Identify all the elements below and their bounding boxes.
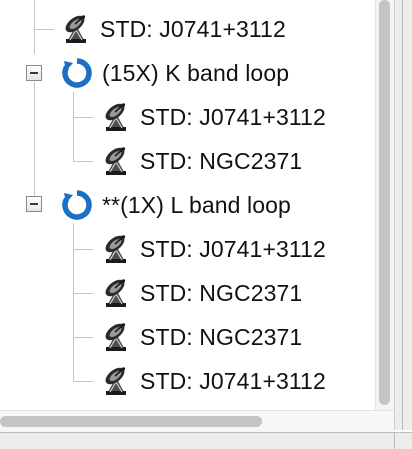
vertical-scrollbar[interactable]: [375, 0, 394, 410]
tree-item-standard[interactable]: STD: NGC2371: [102, 320, 302, 354]
collapse-toggle-k-band-loop[interactable]: [26, 65, 42, 81]
tree-item-label: STD: J0741+3112: [140, 367, 326, 394]
tree-item-label: STD: NGC2371: [140, 279, 303, 306]
tree-item-loop[interactable]: (15X) K band loop: [62, 56, 289, 90]
tree-item-label: STD: J0741+3112: [100, 15, 286, 42]
telescope-icon: [102, 234, 130, 264]
tree-line: [34, 0, 35, 54]
tree-item-label: STD: J0741+3112: [140, 235, 326, 262]
tree-item-standard[interactable]: STD: J0741+3112: [102, 364, 326, 398]
tree-item-standard[interactable]: STD: J0741+3112: [102, 232, 326, 266]
tree-line: [34, 29, 54, 30]
tree-line: [73, 293, 93, 294]
tree-item-label: **(1X) L band loop: [102, 191, 291, 218]
collapse-toggle-l-band-loop[interactable]: [26, 196, 42, 212]
bottom-panel-edge: [0, 432, 412, 449]
tree-line: [73, 92, 74, 161]
telescope-icon: [62, 14, 90, 44]
divider-line: [402, 0, 403, 430]
tree-item-label: (15X) K band loop: [102, 59, 290, 86]
collapse-minus-icon: [30, 72, 38, 74]
tree-item-standard[interactable]: STD: NGC2371: [102, 276, 302, 310]
loop-icon: [62, 190, 92, 220]
tree-line: [73, 117, 93, 118]
tree-item-standard[interactable]: STD: NGC2371: [102, 144, 302, 178]
divider-line: [394, 433, 395, 449]
vertical-scrollbar-thumb[interactable]: [379, 0, 390, 405]
tree-line: [34, 82, 35, 196]
telescope-icon: [102, 322, 130, 352]
horizontal-scrollbar[interactable]: [0, 410, 394, 433]
observation-tree: STD: J0741+3112 (15X) K band loop STD: J…: [0, 0, 375, 408]
tree-item-standard[interactable]: STD: J0741+3112: [102, 100, 326, 134]
split-pane-divider[interactable]: [394, 0, 412, 430]
telescope-icon: [102, 102, 130, 132]
tree-line: [73, 223, 74, 381]
telescope-icon: [102, 278, 130, 308]
loop-icon: [62, 58, 92, 88]
tree-item-loop[interactable]: **(1X) L band loop: [62, 188, 291, 222]
tree-item-standard[interactable]: STD: J0741+3112: [62, 12, 286, 46]
tree-line: [73, 337, 93, 338]
tree-line: [73, 249, 93, 250]
collapse-minus-icon: [30, 203, 38, 205]
tree-line: [73, 161, 93, 162]
telescope-icon: [102, 146, 130, 176]
horizontal-scrollbar-thumb[interactable]: [0, 416, 262, 427]
tree-item-label: STD: J0741+3112: [140, 103, 326, 130]
tree-item-label: STD: NGC2371: [140, 323, 303, 350]
tree-line: [73, 381, 93, 382]
tree-item-label: STD: NGC2371: [140, 147, 303, 174]
telescope-icon: [102, 366, 130, 396]
